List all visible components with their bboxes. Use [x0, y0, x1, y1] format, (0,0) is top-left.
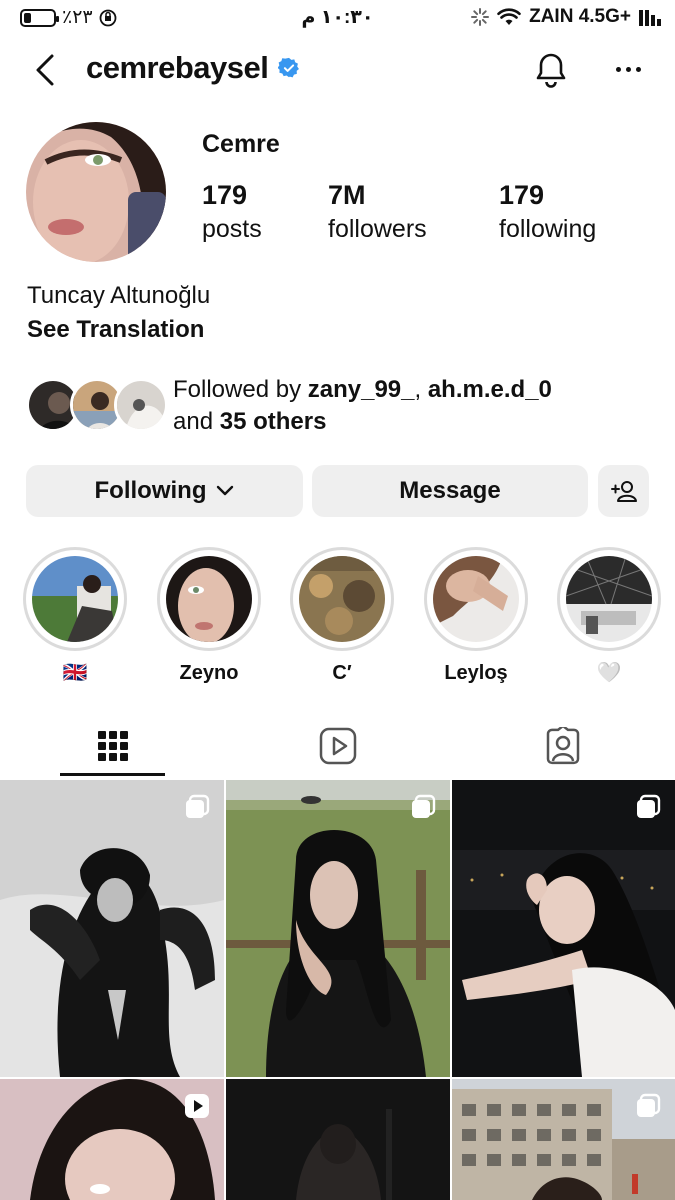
stat-posts[interactable]: 179 posts [202, 180, 262, 244]
profile-bio: Tuncay Altunoğlu [27, 282, 211, 309]
highlight-ring [424, 547, 528, 651]
highlight-ring [557, 547, 661, 651]
carrier-label: ZAIN 4.5G+ [529, 6, 631, 27]
wifi-icon [497, 8, 521, 25]
profile-username: cemrebaysel [86, 50, 269, 85]
carousel-icon [186, 794, 210, 818]
loading-spinner-icon [471, 8, 490, 26]
story-highlight[interactable]: Zeyno [157, 547, 261, 686]
mutual-user[interactable]: ah.m.e.d_0 [428, 376, 552, 403]
status-right: ZAIN 4.5G+ [471, 6, 661, 28]
verified-badge-icon [278, 57, 300, 78]
status-bar: ٪٢٣ ١٠:٣٠ م ZAIN 4.5G+ [0, 0, 675, 36]
stat-label: followers [328, 215, 427, 243]
highlight-ring [290, 547, 394, 651]
bell-icon[interactable] [531, 50, 571, 90]
signal-bars-icon [639, 8, 661, 26]
tab-reels[interactable] [225, 715, 450, 777]
post-thumbnail[interactable] [226, 1079, 450, 1200]
post-thumbnail[interactable] [0, 1079, 224, 1200]
following-button-label: Following [94, 477, 207, 504]
stat-value: 179 [202, 180, 248, 210]
highlight-cover [166, 556, 252, 642]
highlight-label: Zeyno [179, 662, 239, 684]
highlight-cover [433, 556, 519, 642]
highlight-label: Leyloş [444, 662, 508, 684]
followed-by-text: Followed by zany_99_, ah.m.e.d_0 and 35 … [173, 374, 552, 438]
post-thumbnail[interactable] [452, 1079, 675, 1200]
active-tab-indicator [60, 773, 165, 776]
stat-value: 179 [499, 180, 545, 210]
story-highlight[interactable]: Leyloş [424, 547, 528, 686]
stat-following[interactable]: 179 following [499, 180, 596, 244]
followed-by-and: and [173, 408, 214, 435]
post-thumbnail[interactable] [0, 780, 224, 1077]
stat-label: posts [202, 215, 262, 243]
followed-by-separator: , [414, 376, 422, 403]
suggested-users-button[interactable] [598, 465, 649, 517]
reel-play-icon [185, 1094, 209, 1118]
highlight-cover [566, 556, 652, 642]
add-user-icon [610, 481, 637, 502]
avatar [114, 378, 168, 432]
tab-posts-grid[interactable] [0, 715, 225, 777]
stat-followers[interactable]: 7M followers [328, 180, 427, 244]
carousel-icon [637, 794, 661, 818]
highlight-ring [157, 547, 261, 651]
profile-avatar[interactable] [26, 122, 166, 262]
tagged-icon [546, 727, 579, 765]
profile-header: cemrebaysel [0, 40, 675, 100]
carousel-icon [637, 1093, 661, 1117]
highlight-label: 🤍 [596, 662, 622, 684]
following-button[interactable]: Following [26, 465, 303, 517]
message-button-label: Message [399, 477, 501, 504]
stat-label: following [499, 215, 597, 243]
back-arrow-icon[interactable] [30, 50, 60, 90]
message-button[interactable]: Message [312, 465, 588, 517]
more-options-icon[interactable] [611, 54, 645, 84]
carousel-icon [412, 794, 436, 818]
followed-by-section[interactable]: Followed by zany_99_, ah.m.e.d_0 and 35 … [26, 374, 646, 435]
story-highlight[interactable]: 🤍 [557, 547, 661, 686]
mutual-followers-avatars [26, 378, 168, 432]
chevron-down-icon [217, 485, 234, 496]
highlight-label: 🇬🇧 [62, 662, 88, 684]
highlight-cover [32, 556, 118, 642]
profile-username-container: cemrebaysel [86, 50, 300, 86]
profile-display-name: Cemre [202, 130, 280, 158]
see-translation-link[interactable]: See Translation [27, 316, 204, 344]
highlight-cover [299, 556, 385, 642]
post-thumbnail[interactable] [226, 780, 450, 1077]
tab-tagged[interactable] [450, 715, 675, 777]
reels-icon [319, 727, 356, 765]
post-thumbnail[interactable] [452, 780, 675, 1077]
highlight-ring [23, 547, 127, 651]
mutual-others[interactable]: 35 others [220, 408, 327, 435]
story-highlight[interactable]: C′ [290, 547, 394, 686]
highlight-label: C′ [332, 662, 352, 684]
stat-value: 7M [328, 180, 366, 210]
mutual-user[interactable]: zany_99_ [308, 376, 415, 403]
story-highlight[interactable]: 🇬🇧 [23, 547, 127, 686]
grid-icon [97, 731, 128, 761]
followed-by-prefix: Followed by [173, 376, 302, 403]
